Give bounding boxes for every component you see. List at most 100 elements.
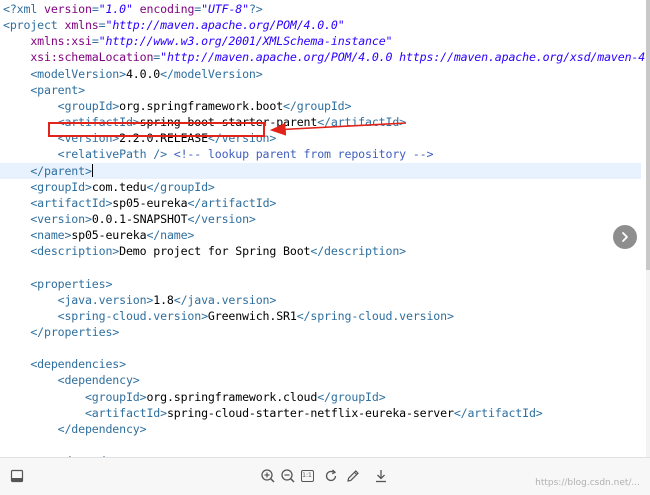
code-token-attr: xsi:schemaLocation xyxy=(30,50,154,65)
code-line[interactable]: <name>sp05-eureka</name> xyxy=(0,227,641,243)
code-line[interactable]: <dependencies> xyxy=(0,356,641,372)
code-token-text: com.tedu xyxy=(91,179,147,194)
rotate-button[interactable] xyxy=(322,467,340,485)
code-token-tag: <java.version> xyxy=(57,292,154,307)
code-token-tag: <groupId> xyxy=(84,389,147,404)
sidebar-toggle-button[interactable] xyxy=(8,467,26,485)
zoom-in-button[interactable] xyxy=(259,467,277,485)
code-line[interactable]: <?xml version="1.0" encoding="UTF-8"?> xyxy=(0,1,641,17)
code-line[interactable]: <dependency> xyxy=(0,372,641,388)
code-line[interactable]: xsi:schemaLocation="http://maven.apache.… xyxy=(0,49,646,65)
code-line[interactable]: </dependency> xyxy=(0,421,641,437)
code-line[interactable]: <properties> xyxy=(0,276,641,292)
code-token-tag: <name> xyxy=(30,228,72,243)
vertical-scrollbar[interactable] xyxy=(646,0,650,457)
code-token-text: 0.0.1-SNAPSHOT xyxy=(91,211,188,226)
code-line[interactable]: <project xmlns="http://maven.apache.org/… xyxy=(0,17,641,33)
code-line[interactable]: </parent> xyxy=(0,162,641,179)
code-token-tag: <properties> xyxy=(30,276,113,291)
rotate-icon xyxy=(325,469,337,482)
code-token-tag: </parent> xyxy=(30,163,92,178)
zoom-in-icon xyxy=(261,469,275,483)
code-token-text: 1.8 xyxy=(153,292,174,307)
download-icon xyxy=(376,470,386,483)
code-token-tag: </properties> xyxy=(30,325,120,339)
code-line[interactable] xyxy=(0,340,641,356)
code-line[interactable]: <groupId>org.springframework.boot</group… xyxy=(0,98,641,114)
code-token-tag: </name> xyxy=(146,228,195,243)
zoom-out-button[interactable] xyxy=(279,467,297,485)
code-token-text: spring-cloud-starter-netflix-eureka-serv… xyxy=(166,405,454,420)
code-line[interactable]: </properties> xyxy=(0,324,641,340)
edit-button[interactable] xyxy=(344,467,362,485)
code-line[interactable]: <groupId>com.tedu</groupId> xyxy=(0,179,641,195)
code-token-attr: encoding xyxy=(139,2,195,16)
code-line[interactable]: <version>0.0.1-SNAPSHOT</version> xyxy=(0,211,641,227)
code-line[interactable]: <java.version>1.8</java.version> xyxy=(0,292,641,308)
code-line[interactable]: <relativePath /> <!-- lookup parent from… xyxy=(0,146,641,162)
code-token-pi: ?> xyxy=(248,2,263,16)
code-token-tag: <dependencies> xyxy=(30,357,126,372)
code-token-tag: </groupId> xyxy=(317,389,386,404)
code-token-pi: <? xyxy=(3,2,17,16)
code-token-tag: </java.version> xyxy=(173,292,277,307)
code-token-text: sp05-eureka xyxy=(112,195,188,210)
code-token-val: "http://www.w3.org/2001/XMLSchema-instan… xyxy=(98,34,393,49)
code-token-attr: version xyxy=(44,2,92,16)
code-line[interactable]: <description>Demo project for Spring Boo… xyxy=(0,243,641,259)
code-line[interactable] xyxy=(0,259,641,275)
download-button[interactable] xyxy=(372,467,390,485)
next-image-button[interactable] xyxy=(613,225,637,249)
code-token-attr: xmlns xyxy=(64,18,99,33)
code-line[interactable]: <spring-cloud.version>Greenwich.SR1</spr… xyxy=(0,308,641,324)
sidebar-panel-icon xyxy=(10,469,24,483)
code-token-tag: <version> xyxy=(30,211,92,226)
code-token-tag: </modelVersion> xyxy=(160,66,263,81)
code-token-tag: </artifactId> xyxy=(453,405,543,420)
code-line[interactable]: <artifactId>spring-cloud-starter-netflix… xyxy=(0,405,641,421)
code-line[interactable]: xmlns:xsi="http://www.w3.org/2001/XMLSch… xyxy=(0,33,641,49)
actual-size-label: 1:1 xyxy=(302,472,312,479)
code-token-text: org.springframework.cloud xyxy=(146,389,318,404)
code-line[interactable]: <parent> xyxy=(0,82,641,98)
code-line[interactable]: <modelVersion>4.0.0</modelVersion> xyxy=(0,66,641,82)
text-caret xyxy=(91,163,93,177)
xml-code-editor[interactable]: <?xml version="1.0" encoding="UTF-8"?> <p… xyxy=(0,0,646,457)
actual-size-button[interactable]: 1:1 xyxy=(298,467,316,485)
code-token-tag: <dependency> xyxy=(57,373,140,388)
code-token-attr: xmlns:xsi xyxy=(30,34,92,49)
code-token-text: Demo project for Spring Boot xyxy=(119,244,311,259)
code-line[interactable]: <artifactId>sp05-eureka</artifactId> xyxy=(0,195,641,211)
code-token-tag: <artifactId> xyxy=(30,195,113,210)
scrollbar-thumb[interactable] xyxy=(646,0,650,270)
code-token-tag: </version> xyxy=(187,211,256,226)
code-token-text: Greenwich.SR1 xyxy=(207,308,297,323)
code-token-val: "http://maven.apache.org/POM/4.0.0 https… xyxy=(160,50,646,65)
code-token-tag: <parent> xyxy=(30,82,85,97)
actual-size-icon: 1:1 xyxy=(300,470,314,482)
code-line[interactable]: <groupId>org.springframework.cloud</grou… xyxy=(0,389,641,405)
code-token-val: "1.0" xyxy=(98,2,133,16)
code-token-tag: </dependency> xyxy=(57,421,147,436)
code-token-tag: <modelVersion> xyxy=(30,66,126,81)
code-token-tag: xml xyxy=(16,2,44,16)
code-token-tag: <project xyxy=(3,18,65,33)
code-line[interactable] xyxy=(0,437,641,453)
viewer-toolbar: 1:1 https://blog.csdn.net/... xyxy=(0,457,650,495)
code-token-comment: <!-- lookup parent from repository --> xyxy=(173,147,434,162)
code-token-val: "http://maven.apache.org/POM/4.0.0" xyxy=(105,18,345,33)
version-highlight-box xyxy=(48,122,265,137)
